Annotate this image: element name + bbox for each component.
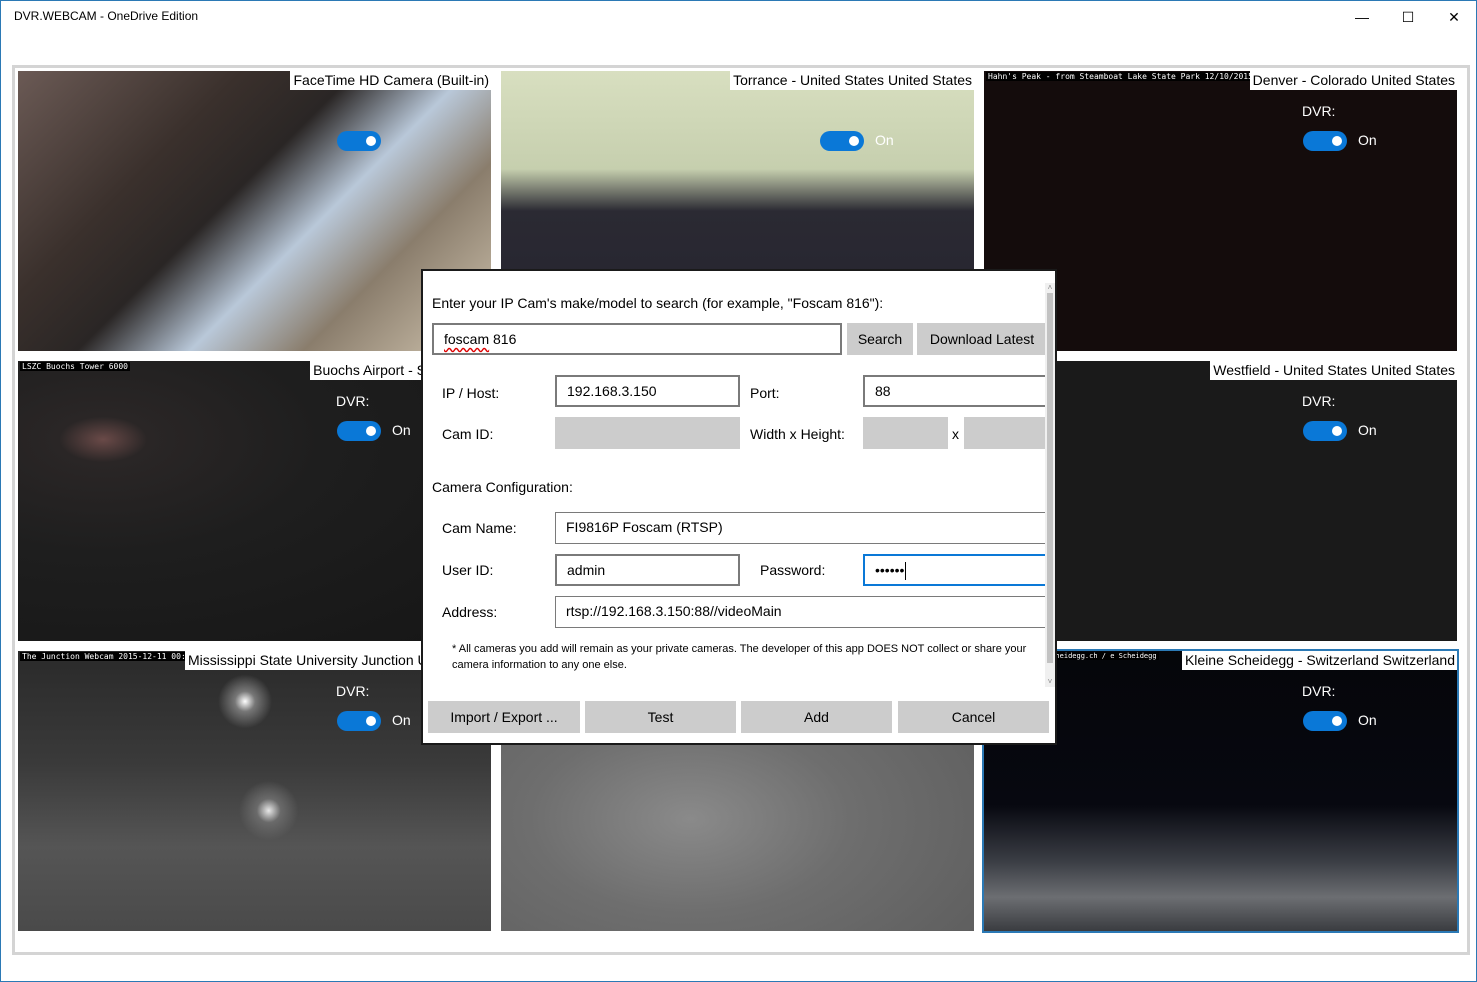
camname-label: Cam Name: bbox=[442, 520, 517, 536]
close-icon: ✕ bbox=[1448, 8, 1460, 25]
scroll-up-icon[interactable]: ˄ bbox=[1045, 283, 1055, 293]
userid-input[interactable]: admin bbox=[555, 554, 740, 586]
dvr-state: On bbox=[1358, 712, 1377, 728]
dvr-label: DVR: bbox=[1302, 103, 1336, 119]
toggle-knob bbox=[366, 136, 376, 146]
camera-overlay-text: The Junction Webcam 2015-12-11 00:15:46 bbox=[20, 652, 212, 661]
port-input[interactable]: 88 bbox=[863, 375, 1047, 407]
search-prompt: Enter your IP Cam's make/model to search… bbox=[432, 295, 884, 311]
width-height-separator: x bbox=[952, 426, 959, 442]
camera-config-heading: Camera Configuration: bbox=[432, 479, 573, 495]
app-window: DVR.WEBCAM - OneDrive Edition — ☐ ✕ Face… bbox=[0, 0, 1477, 982]
maximize-button[interactable]: ☐ bbox=[1385, 1, 1431, 33]
scroll-thumb[interactable] bbox=[1047, 293, 1053, 663]
title-bar: DVR.WEBCAM - OneDrive Edition — ☐ ✕ bbox=[1, 1, 1476, 33]
camname-input[interactable]: FI9816P Foscam (RTSP) bbox=[555, 512, 1047, 544]
ip-host-input[interactable]: 192.168.3.150 bbox=[555, 375, 740, 407]
ip-label: IP / Host: bbox=[442, 385, 500, 401]
close-window-button[interactable]: ✕ bbox=[1431, 1, 1477, 33]
search-value-misspelled: foscam bbox=[444, 331, 490, 347]
toggle-knob bbox=[1332, 136, 1342, 146]
dvr-state: On bbox=[875, 132, 894, 148]
toggle-knob bbox=[366, 716, 376, 726]
dvr-state: On bbox=[392, 712, 411, 728]
dvr-toggle[interactable] bbox=[820, 131, 864, 151]
height-input[interactable] bbox=[964, 417, 1047, 449]
text-caret bbox=[905, 562, 907, 581]
privacy-note: * All cameras you add will remain as you… bbox=[452, 643, 1027, 671]
dvr-toggle[interactable] bbox=[337, 711, 381, 731]
dvr-label: DVR: bbox=[336, 683, 370, 699]
maximize-icon: ☐ bbox=[1401, 8, 1415, 25]
camera-overlay-text: Hahn's Peak - from Steamboat Lake State … bbox=[986, 72, 1279, 81]
dvr-toggle[interactable] bbox=[1303, 711, 1347, 731]
camera-overlay-text: LSZC Buochs Tower 6000 bbox=[20, 362, 130, 371]
test-button[interactable]: Test bbox=[585, 701, 736, 733]
minimize-button[interactable]: — bbox=[1339, 1, 1385, 33]
dialog-scrollbar[interactable]: ˄ ˅ bbox=[1045, 283, 1055, 687]
camera-name: FaceTime HD Camera (Built-in) bbox=[290, 71, 491, 90]
add-button[interactable]: Add bbox=[741, 701, 892, 733]
scroll-down-icon[interactable]: ˅ bbox=[1045, 677, 1055, 687]
add-camera-dialog: Enter your IP Cam's make/model to search… bbox=[421, 269, 1057, 745]
toggle-knob bbox=[366, 426, 376, 436]
minimize-icon: — bbox=[1355, 9, 1369, 25]
toggle-knob bbox=[1332, 426, 1342, 436]
dvr-state: On bbox=[1358, 132, 1377, 148]
dvr-label: DVR: bbox=[1302, 393, 1336, 409]
search-input[interactable]: foscam 816 bbox=[432, 323, 842, 355]
camera-name: Kleine Scheidegg - Switzerland Switzerla… bbox=[1181, 651, 1457, 670]
camid-input[interactable] bbox=[555, 417, 740, 449]
download-latest-button[interactable]: Download Latest bbox=[917, 323, 1047, 355]
password-label: Password: bbox=[760, 562, 826, 578]
dvr-label: DVR: bbox=[336, 393, 370, 409]
toggle-knob bbox=[849, 136, 859, 146]
search-button[interactable]: Search bbox=[847, 323, 913, 355]
cancel-button[interactable]: Cancel bbox=[898, 701, 1049, 733]
port-label: Port: bbox=[750, 385, 780, 401]
window-title: DVR.WEBCAM - OneDrive Edition bbox=[14, 9, 199, 23]
search-value: 816 bbox=[489, 331, 517, 347]
camid-label: Cam ID: bbox=[442, 426, 494, 442]
dvr-toggle[interactable] bbox=[337, 131, 381, 151]
address-label: Address: bbox=[442, 604, 498, 620]
width-height-label: Width x Height: bbox=[750, 426, 845, 442]
dvr-label: DVR: bbox=[1302, 683, 1336, 699]
camera-name: Westfield - United States United States bbox=[1210, 361, 1457, 380]
dvr-toggle[interactable] bbox=[1303, 131, 1347, 151]
import-export-button[interactable]: Import / Export ... bbox=[428, 701, 580, 733]
userid-label: User ID: bbox=[442, 562, 494, 578]
password-value: •••••• bbox=[875, 562, 905, 578]
dvr-toggle[interactable] bbox=[337, 421, 381, 441]
camera-name: Torrance - United States United States bbox=[730, 71, 974, 90]
password-input[interactable]: •••••• bbox=[863, 554, 1047, 586]
address-input[interactable]: rtsp://192.168.3.150:88//videoMain bbox=[555, 596, 1047, 628]
dvr-toggle[interactable] bbox=[1303, 421, 1347, 441]
dvr-state: On bbox=[1358, 422, 1377, 438]
camera-name: Denver - Colorado United States bbox=[1249, 71, 1457, 90]
dvr-state: On bbox=[392, 422, 411, 438]
width-input[interactable] bbox=[863, 417, 948, 449]
toggle-knob bbox=[1332, 716, 1342, 726]
